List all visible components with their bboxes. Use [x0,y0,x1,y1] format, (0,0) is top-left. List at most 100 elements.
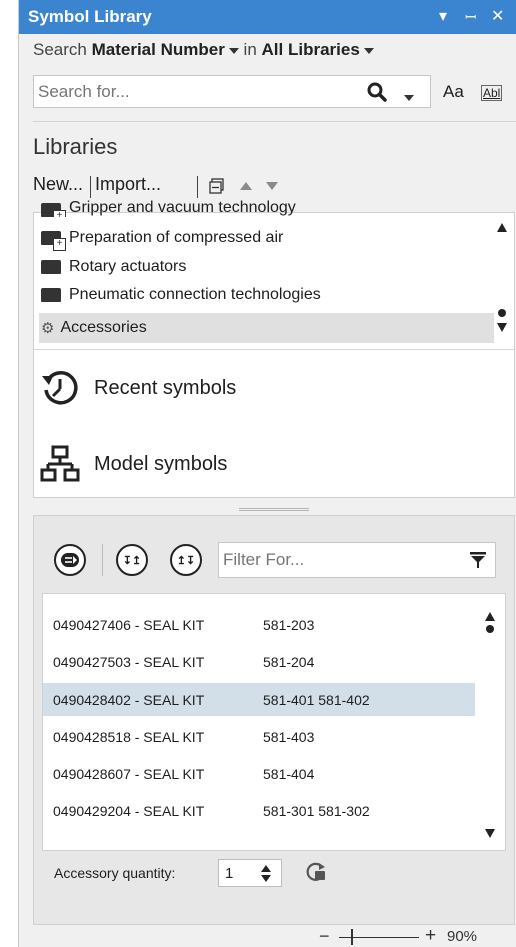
scroll-up-icon[interactable] [497,223,507,232]
divider [34,349,514,350]
symbol-codes: 581-204 [263,653,315,670]
splitter-handle[interactable] [239,508,309,511]
symbol-codes: 581-403 [263,728,315,745]
window-title: Symbol Library [28,7,152,26]
folder-icon [41,288,61,302]
folder-plus-icon [41,203,66,217]
accessory-quantity-label: Accessory quantity: [54,865,176,881]
list-item[interactable]: Rotary actuators [39,254,186,280]
list-item[interactable]: Preparation of compressed air [39,225,283,251]
libraries-heading: Libraries [33,134,118,159]
scroll-down-icon[interactable] [485,829,495,838]
zoom-slider-thumb[interactable] [351,929,353,945]
pin-icon[interactable]: ꟷ [465,8,476,27]
zoom-in-icon[interactable]: + [425,925,436,947]
table-row[interactable]: 0490429204 - SEAL KIT 581-301 581-302 [43,794,475,827]
search-criteria: Search Material Number in All Libraries [33,40,374,60]
symbol-name: 0490428518 - SEAL KIT [53,728,205,745]
scroll-thumb[interactable] [498,309,506,317]
search-input[interactable] [38,81,338,103]
title-bar: Symbol Library ▾ ꟷ ✕ [19,0,516,34]
sort-descending-button[interactable]: ↥↧ [170,544,202,576]
collapse-all-icon[interactable] [209,178,225,194]
move-up-icon[interactable] [239,181,253,191]
search-field-dropdown[interactable]: Material Number [92,40,225,59]
search-prefix: Search [33,40,87,59]
whole-word-toggle[interactable]: Abl [481,85,503,101]
symbol-codes: 581-401 581-402 [263,691,370,708]
table-row[interactable]: 0490428402 - SEAL KIT 581-401 581-402 [43,683,475,716]
toolbar-separator [90,176,91,198]
library-label: Gripper and vacuum technology [69,199,296,216]
scroll-up-icon[interactable] [485,612,495,621]
decrement-icon[interactable] [261,875,271,882]
sort-descending-icon: ↥↧ [176,554,196,567]
symbol-name: 0490428607 - SEAL KIT [53,765,205,782]
scroll-down-icon[interactable] [497,323,507,332]
zoom-control: − + 90% [319,925,516,946]
recent-history-icon [42,371,78,405]
scroll-thumb[interactable] [486,625,494,633]
symbol-library-panel: Symbol Library ▾ ꟷ ✕ Search Material Num… [18,0,516,947]
search-options-dropdown[interactable] [404,89,414,107]
library-tree: Gripper and vacuum technology Preparatio… [33,199,515,498]
folder-icon [41,260,61,274]
symbol-codes: 581-404 [263,765,315,782]
symbol-name: 0490427503 - SEAL KIT [53,653,205,670]
library-label: Pneumatic connection technologies [69,286,321,303]
quantity-stepper[interactable]: 1 [218,859,282,887]
toolbar-separator [102,544,103,576]
match-case-toggle[interactable]: Aa [443,82,464,102]
filter-input[interactable] [223,550,443,570]
chevron-down-icon[interactable] [363,47,374,54]
sort-ascending-button[interactable]: ↧↥ [116,544,148,576]
list-view-icon [61,553,79,567]
menu-dropdown-icon[interactable]: ▾ [439,6,447,26]
recent-symbols-item[interactable]: Recent symbols [40,368,236,408]
symbols-panel: ↧↥ ↥↧ 0490427406 - SEAL KIT 581-203 0490… [33,515,515,925]
close-icon[interactable]: ✕ [491,6,504,26]
sort-ascending-icon: ↧↥ [122,554,142,567]
library-label: Preparation of compressed air [69,229,284,246]
refresh-icon[interactable] [304,860,328,884]
chevron-down-icon[interactable] [228,47,239,54]
increment-icon[interactable] [261,865,271,872]
import-button[interactable]: Import... [95,174,161,195]
details-view-button[interactable] [54,544,86,576]
list-item[interactable]: Gripper and vacuum technology [39,199,296,217]
hierarchy-icon [40,445,80,482]
model-symbols-item[interactable]: Model symbols [40,444,227,484]
filter-funnel-icon[interactable] [469,551,487,569]
table-row[interactable]: 0490427503 - SEAL KIT 581-204 [43,645,475,678]
symbol-name: 0490427406 - SEAL KIT [53,616,205,633]
symbol-codes: 581-203 [263,616,315,633]
chevron-down-icon[interactable] [404,94,414,101]
search-scope-dropdown[interactable]: All Libraries [262,40,360,59]
model-symbols-label: Model symbols [94,452,228,475]
move-down-icon[interactable] [265,181,279,191]
filter-box [218,542,496,578]
search-icon[interactable] [366,81,388,103]
zoom-out-icon[interactable]: − [319,926,330,947]
recent-symbols-label: Recent symbols [94,376,237,399]
new-library-button[interactable]: New... [33,174,83,195]
search-in-word: in [243,40,257,59]
symbol-codes: 581-301 581-302 [263,802,370,819]
list-item[interactable]: ⚙ Accessories [39,313,494,343]
zoom-percent: 90% [447,928,478,945]
symbol-name: 0490428402 - SEAL KIT [53,691,205,708]
library-label: Accessories [60,319,147,336]
table-row[interactable]: 0490428607 - SEAL KIT 581-404 [43,757,475,790]
quantity-value[interactable]: 1 [225,865,233,882]
search-box [33,75,431,108]
accessories-icon: ⚙ [41,320,55,337]
list-item[interactable]: Pneumatic connection technologies [39,282,321,308]
symbols-list: 0490427406 - SEAL KIT 581-203 0490427503… [42,593,506,851]
table-row[interactable]: 0490427406 - SEAL KIT 581-203 [43,608,475,641]
folder-plus-icon [41,231,66,251]
divider [33,121,516,122]
library-label: Rotary actuators [69,258,187,275]
symbol-name: 0490429204 - SEAL KIT [53,802,205,819]
toolbar-separator [197,176,198,198]
table-row[interactable]: 0490428518 - SEAL KIT 581-403 [43,720,475,753]
